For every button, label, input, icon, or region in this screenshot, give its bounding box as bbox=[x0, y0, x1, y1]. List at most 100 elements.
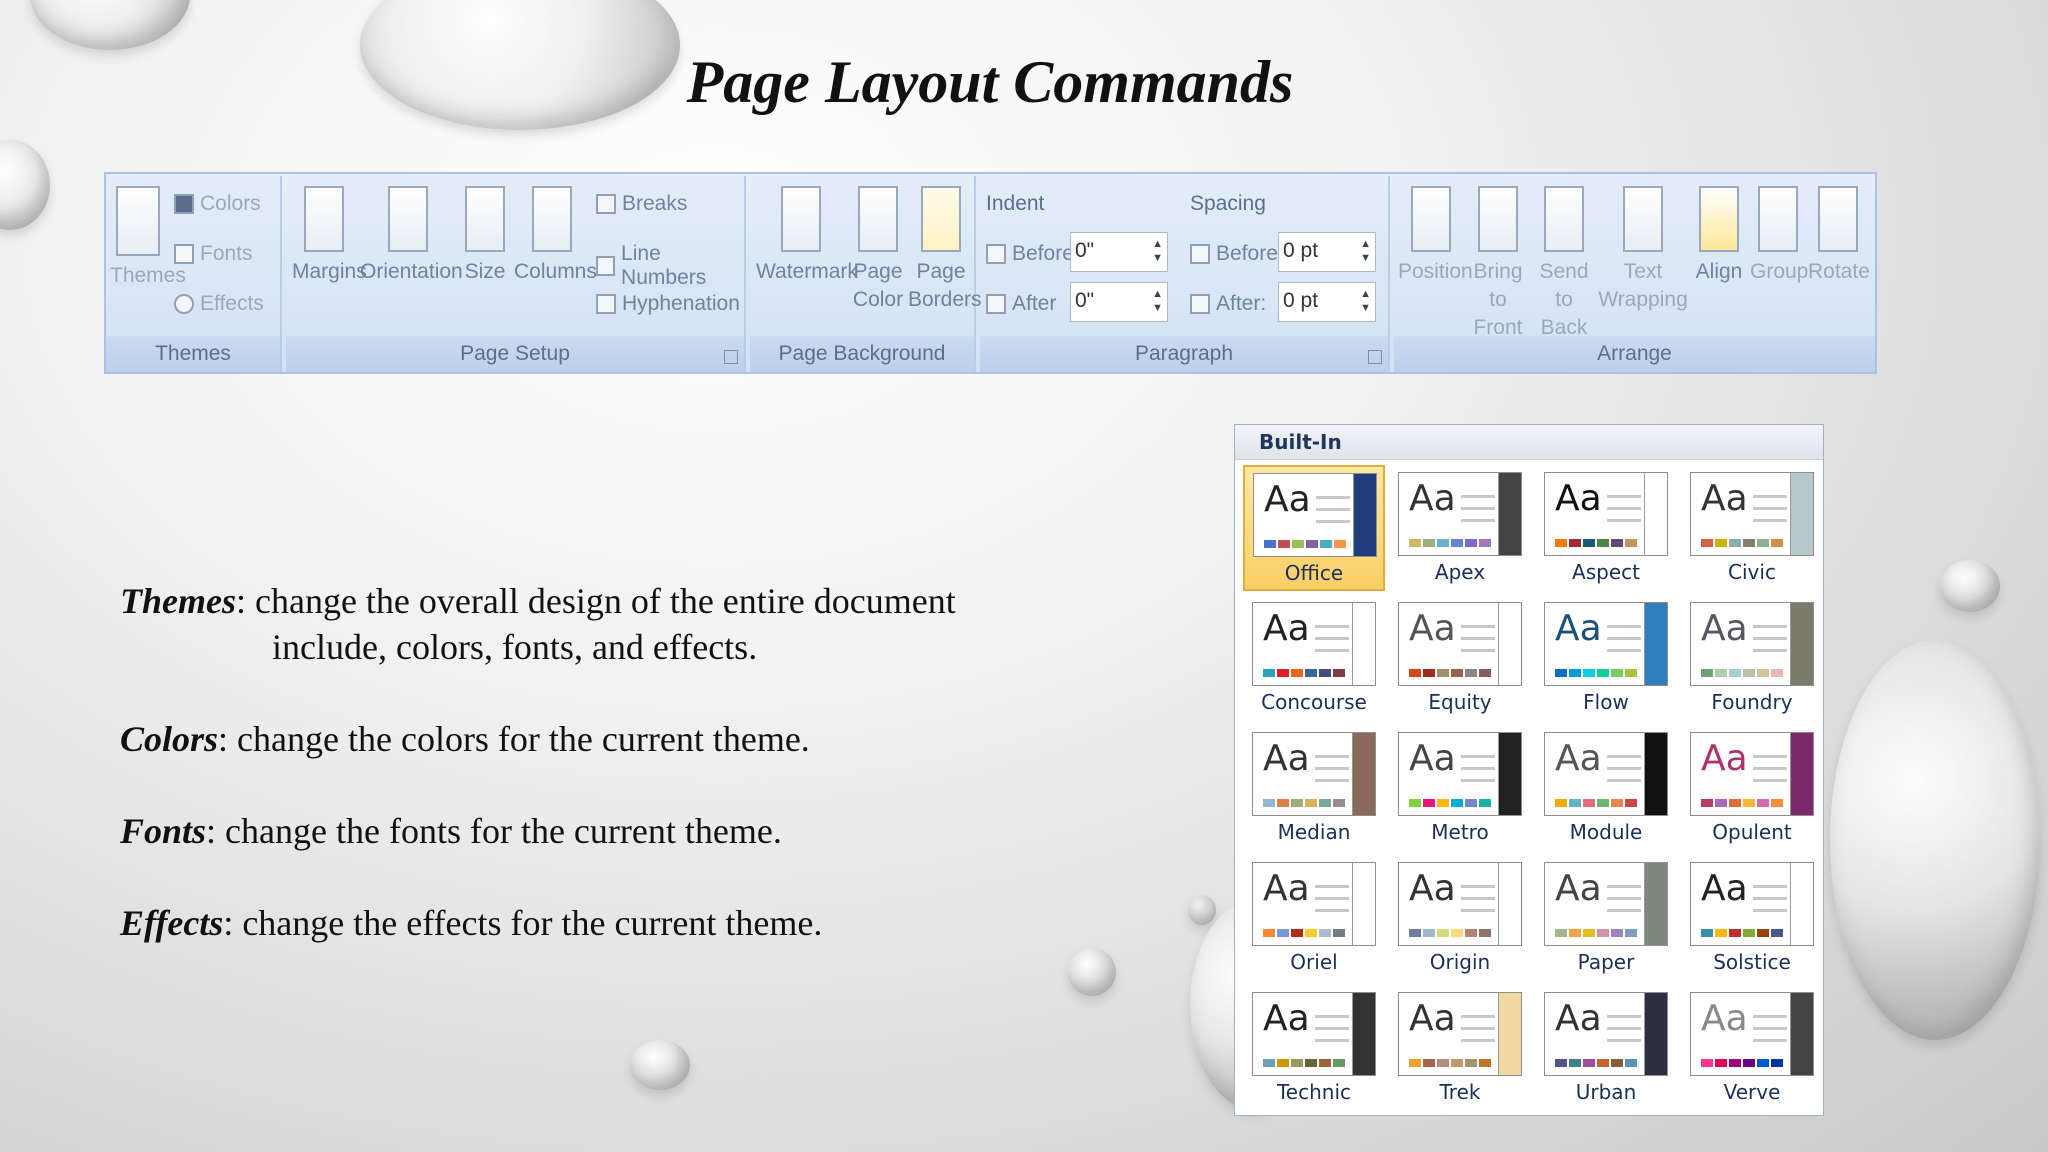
theme-preview-line bbox=[1607, 495, 1641, 498]
colors-term: Colors bbox=[120, 719, 219, 759]
theme-color-swatch bbox=[1277, 799, 1289, 807]
effects-text: : change the effects for the current the… bbox=[223, 903, 823, 943]
theme-color-swatch bbox=[1263, 1059, 1275, 1067]
colors-button[interactable]: Colors bbox=[174, 192, 261, 216]
hyphenation-label: Hyphenation bbox=[622, 292, 740, 315]
theme-tile[interactable]: Aa Paper bbox=[1535, 855, 1677, 981]
theme-tile[interactable]: Aa Median bbox=[1243, 725, 1385, 851]
theme-color-swatch bbox=[1437, 669, 1449, 677]
theme-accent-bar bbox=[1352, 863, 1375, 945]
theme-tile[interactable]: Aa Module bbox=[1535, 725, 1677, 851]
theme-color-swatch bbox=[1277, 929, 1289, 937]
spinner-arrows-icon[interactable]: ▲ ▼ bbox=[1360, 237, 1371, 265]
theme-preview-line bbox=[1461, 625, 1495, 628]
fonts-button[interactable]: Fonts bbox=[174, 242, 253, 266]
theme-name: Median bbox=[1277, 820, 1351, 844]
theme-color-swatch bbox=[1555, 929, 1567, 937]
slide-title: Page Layout Commands bbox=[686, 49, 1294, 115]
spinner-arrows-icon[interactable]: ▲ ▼ bbox=[1152, 237, 1163, 265]
theme-preview-line bbox=[1315, 909, 1349, 912]
theme-name: Metro bbox=[1431, 820, 1489, 844]
theme-preview-line bbox=[1753, 1015, 1787, 1018]
theme-color-swatch bbox=[1625, 929, 1637, 937]
align-button[interactable]: Align bbox=[1694, 186, 1744, 286]
page-color-button[interactable]: Page Color bbox=[850, 186, 906, 314]
spacing-before-input[interactable]: 0 pt ▲ ▼ bbox=[1278, 232, 1376, 272]
text-wrapping-icon bbox=[1623, 186, 1663, 252]
colors-label: Colors bbox=[200, 192, 261, 215]
theme-color-swatches bbox=[1409, 539, 1491, 547]
theme-tile[interactable]: Aa Aspect bbox=[1535, 465, 1677, 591]
columns-button[interactable]: Columns bbox=[514, 186, 597, 286]
bring-to-front-icon bbox=[1478, 186, 1518, 252]
bring-to-front-button[interactable]: Bring to Front bbox=[1466, 186, 1530, 342]
spinner-arrows-icon[interactable]: ▲ ▼ bbox=[1360, 287, 1371, 315]
theme-preview-line bbox=[1607, 755, 1641, 758]
theme-tile[interactable]: Aa Origin bbox=[1389, 855, 1531, 981]
send-to-back-button[interactable]: Send to Back bbox=[1532, 186, 1596, 342]
spinner-arrows-icon[interactable]: ▲ ▼ bbox=[1152, 287, 1163, 315]
orientation-button[interactable]: Orientation bbox=[360, 186, 463, 286]
rotate-button[interactable]: Rotate bbox=[1808, 186, 1870, 286]
theme-accent-bar bbox=[1644, 733, 1667, 815]
line-numbers-button[interactable]: Line Numbers bbox=[596, 242, 744, 290]
group-button[interactable]: Group bbox=[1750, 186, 1808, 286]
theme-color-swatch bbox=[1701, 669, 1713, 677]
theme-color-swatch bbox=[1611, 669, 1623, 677]
position-button[interactable]: Position bbox=[1398, 186, 1473, 286]
theme-preview-line bbox=[1753, 649, 1787, 652]
theme-tile[interactable]: Aa Concourse bbox=[1243, 595, 1385, 721]
page-color-label-2: Color bbox=[852, 288, 904, 311]
theme-tile[interactable]: Aa Opulent bbox=[1681, 725, 1823, 851]
theme-preview: Aa bbox=[1252, 602, 1376, 686]
hyphenation-button[interactable]: Hyphenation bbox=[596, 292, 740, 316]
theme-preview-aa: Aa bbox=[1701, 478, 1748, 519]
theme-tile[interactable]: Aa Civic bbox=[1681, 465, 1823, 591]
theme-color-swatch bbox=[1320, 540, 1332, 548]
page-layout-ribbon: Themes Colors Fonts Effects Themes Margi… bbox=[104, 172, 1877, 374]
theme-tile[interactable]: Aa Trek bbox=[1389, 985, 1531, 1111]
page-borders-button[interactable]: Page Borders bbox=[908, 186, 982, 314]
paragraph-launcher[interactable] bbox=[1368, 350, 1382, 364]
indent-before-input[interactable]: 0" ▲ ▼ bbox=[1070, 232, 1168, 272]
theme-color-swatches bbox=[1409, 929, 1491, 937]
margins-button[interactable]: Margins bbox=[292, 186, 367, 286]
theme-tile[interactable]: Aa Metro bbox=[1389, 725, 1531, 851]
theme-color-swatch bbox=[1334, 540, 1346, 548]
theme-accent-bar bbox=[1644, 473, 1667, 555]
theme-tile[interactable]: Aa Foundry bbox=[1681, 595, 1823, 721]
effects-button[interactable]: Effects bbox=[174, 292, 264, 316]
theme-preview-line bbox=[1461, 779, 1495, 782]
indent-after-input[interactable]: 0" ▲ ▼ bbox=[1070, 282, 1168, 322]
theme-tile[interactable]: Aa Technic bbox=[1243, 985, 1385, 1111]
theme-accent-bar bbox=[1498, 993, 1521, 1075]
watermark-button[interactable]: Watermark bbox=[756, 186, 858, 286]
theme-preview-line bbox=[1753, 885, 1787, 888]
page-setup-launcher[interactable] bbox=[724, 350, 738, 364]
theme-tile[interactable]: Aa Office bbox=[1243, 465, 1385, 591]
theme-tile[interactable]: Aa Urban bbox=[1535, 985, 1677, 1111]
breaks-button[interactable]: Breaks bbox=[596, 192, 687, 216]
theme-tile[interactable]: Aa Solstice bbox=[1681, 855, 1823, 981]
theme-color-swatch bbox=[1771, 1059, 1783, 1067]
colors-icon bbox=[174, 194, 194, 214]
theme-preview: Aa bbox=[1544, 862, 1668, 946]
theme-tile[interactable]: Aa Flow bbox=[1535, 595, 1677, 721]
position-icon bbox=[1411, 186, 1451, 252]
theme-tile[interactable]: Aa Oriel bbox=[1243, 855, 1385, 981]
spacing-after-input[interactable]: 0 pt ▲ ▼ bbox=[1278, 282, 1376, 322]
themes-button[interactable]: Themes bbox=[110, 186, 186, 290]
theme-color-swatch bbox=[1625, 669, 1637, 677]
theme-color-swatch bbox=[1771, 929, 1783, 937]
size-button[interactable]: Size bbox=[460, 186, 510, 286]
theme-color-swatch bbox=[1597, 929, 1609, 937]
theme-color-swatch bbox=[1465, 1059, 1477, 1067]
theme-tile[interactable]: Aa Verve bbox=[1681, 985, 1823, 1111]
theme-tile[interactable]: Aa Equity bbox=[1389, 595, 1531, 721]
indent-heading: Indent bbox=[986, 192, 1045, 215]
text-wrapping-button[interactable]: Text Wrapping bbox=[1598, 186, 1688, 314]
theme-tile[interactable]: Aa Apex bbox=[1389, 465, 1531, 591]
theme-color-swatch bbox=[1625, 1059, 1637, 1067]
theme-color-swatch bbox=[1729, 539, 1741, 547]
theme-color-swatch bbox=[1319, 669, 1331, 677]
